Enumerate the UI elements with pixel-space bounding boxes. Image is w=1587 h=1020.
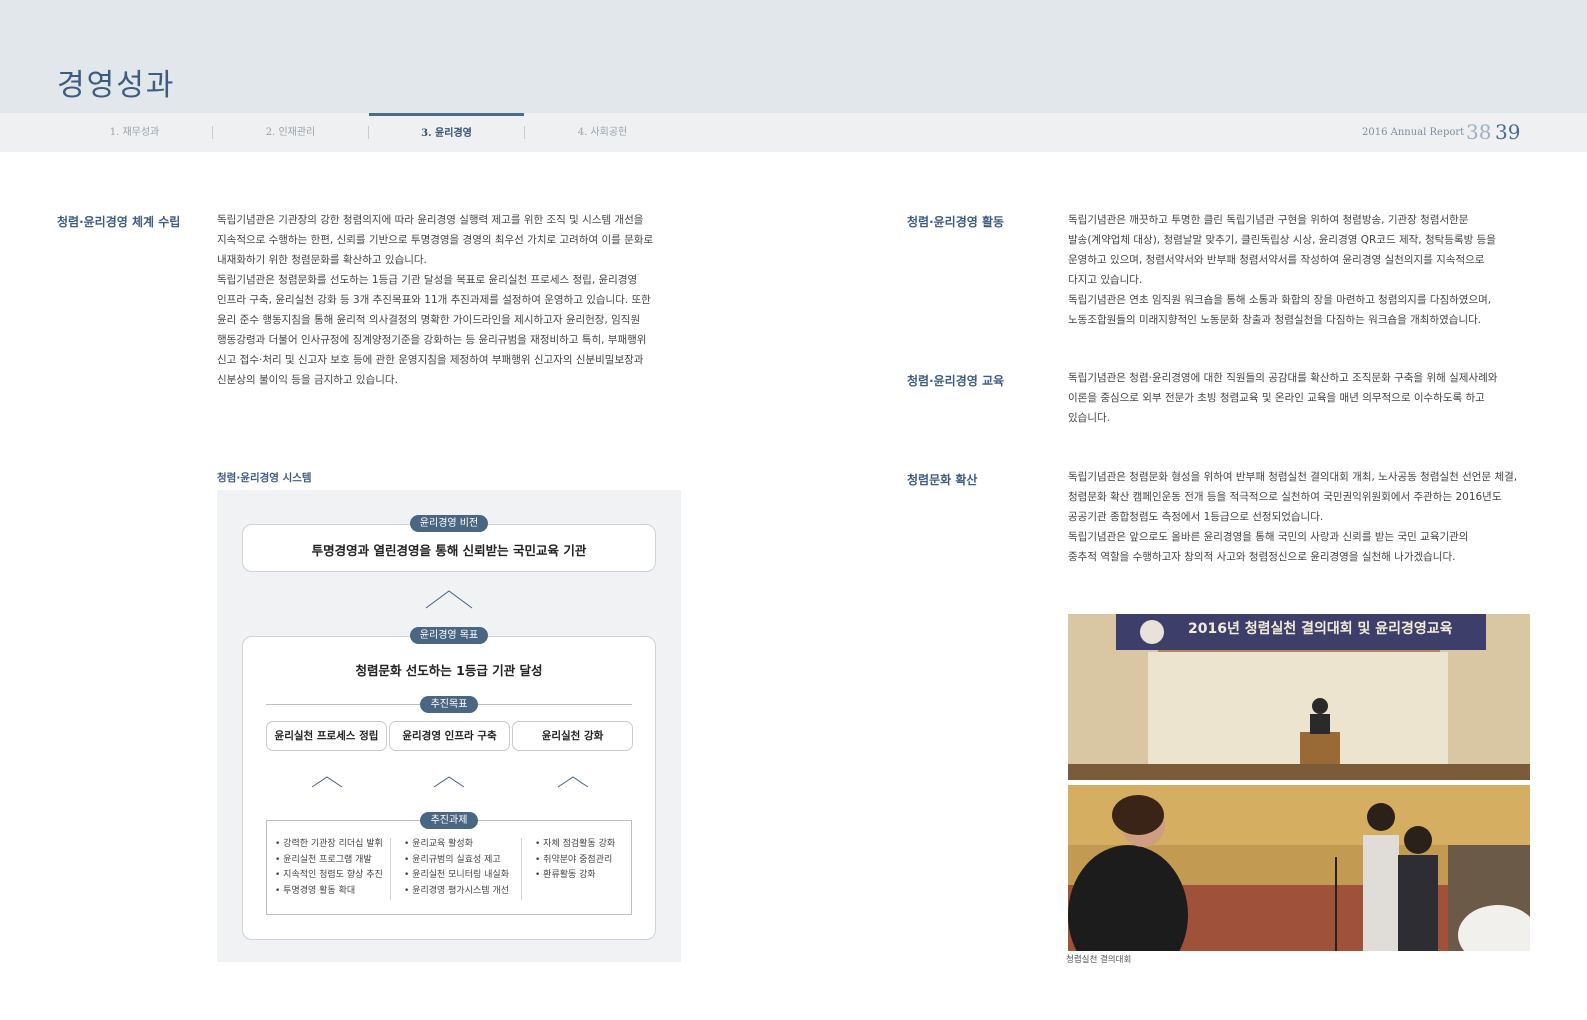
task-item: • 윤리교육 활성화 bbox=[404, 839, 473, 849]
section-heading-system: 청렴·윤리경영 체계 수립 bbox=[57, 215, 181, 229]
event-photo-oath bbox=[1068, 785, 1530, 951]
body-line: 신분상의 불이익 등을 금지하고 있습니다. bbox=[217, 374, 398, 386]
task-item: • 투명경영 활동 확대 bbox=[275, 885, 356, 896]
section-heading-culture: 청렴문화 확산 bbox=[907, 473, 978, 487]
body-line: 독립기념관은 깨끗하고 투명한 클린 독립기념관 구현을 위하여 청렴방송, 기… bbox=[1068, 214, 1469, 226]
body-line: 독립기념관은 앞으로도 올바른 윤리경영을 통해 국민의 사랑과 신뢰를 받는 … bbox=[1068, 531, 1469, 543]
tab-ethics[interactable]: 3. 윤리경영 bbox=[369, 113, 524, 152]
body-line: 발송(계약업체 대상), 청렴날말 맞추기, 클린독립상 시상, 윤리경영 QR… bbox=[1068, 234, 1496, 246]
page-title: 경영성과 bbox=[57, 68, 176, 103]
tab-social[interactable]: 4. 사회공헌 bbox=[525, 113, 680, 152]
tasks-column: • 윤리교육 활성화 • 윤리규범의 실효성 제고 • 윤리실천 모니터링 내실… bbox=[404, 837, 509, 899]
body-line: 독립기념관은 기관장의 강한 청렴의지에 따라 윤리경영 실행력 제고를 위한 … bbox=[217, 214, 644, 226]
targets-label: 추진목표 bbox=[420, 696, 478, 713]
body-line: 청렴문화 확산 캠페인운동 전개 등을 적극적으로 실천하여 국민권익위원회에서… bbox=[1068, 491, 1502, 503]
section-heading-education: 청렴·윤리경영 교육 bbox=[907, 374, 1005, 388]
section-heading-activities: 청렴·윤리경영 활동 bbox=[907, 215, 1005, 229]
body-line: 신고 접수·처리 및 신고자 보호 등에 관한 운영지침을 제정하여 부패행위 … bbox=[217, 354, 644, 366]
body-line: 독립기념관은 연초 임직원 워크숍을 통해 소통과 화합의 장을 마련하고 청렴… bbox=[1068, 294, 1492, 306]
event-photo-oath-image bbox=[1068, 785, 1530, 951]
body-line: 행동강령과 더불어 인사규정에 징계양정기준을 강화하는 등 윤리규범을 재정비… bbox=[217, 334, 647, 346]
chevron-up-icon bbox=[557, 776, 589, 788]
body-line: 있습니다. bbox=[1068, 412, 1110, 424]
section-body-education: 독립기념관은 청렴·윤리경영에 대한 직원들의 공감대를 확산하고 조직문화 구… bbox=[1068, 368, 1497, 428]
photo-caption: 청렴실천 결의대회 bbox=[1066, 955, 1132, 965]
task-item: • 윤리실천 모니터링 내실화 bbox=[404, 870, 509, 880]
task-item: • 윤리규범의 실효성 제고 bbox=[404, 854, 501, 865]
task-item: • 취약분야 중점관리 bbox=[535, 854, 613, 865]
tasks-divider bbox=[521, 838, 522, 900]
goal-text: 청렴문화 선도하는 1등급 기관 달성 bbox=[355, 663, 543, 678]
body-line: 노동조합원들의 미래지향적인 노동문화 창출과 청렴실천을 다짐하는 워크숍을 … bbox=[1068, 314, 1482, 326]
body-line: 중추적 역할을 수행하고자 창의적 사고와 청렴정신으로 윤리경영을 실천해 나… bbox=[1068, 551, 1456, 563]
diagram-title: 청렴·윤리경영 시스템 bbox=[217, 472, 312, 484]
tab-financial[interactable]: 1. 재무성과 bbox=[57, 113, 212, 152]
tasks-column: • 강력한 기관장 리더십 발휘 • 윤리실천 프로그램 개발 • 지속적인 청… bbox=[275, 837, 383, 899]
task-item: • 환류활동 강화 bbox=[535, 870, 596, 880]
body-line: 운영하고 있으며, 청렴서약서와 반부패 청렴서약서를 작성하여 윤리경영 실천… bbox=[1068, 254, 1485, 266]
tasks-column: • 자체 점검활동 강화 • 취약분야 중점관리 • 환류활동 강화 bbox=[535, 837, 615, 884]
target-infra: 윤리경영 인프라 구축 bbox=[389, 721, 510, 751]
tasks-divider bbox=[390, 838, 391, 900]
task-item: • 지속적인 청렴도 향상 추진 bbox=[275, 870, 383, 880]
page-number-right: 39 bbox=[1495, 120, 1521, 144]
vision-text: 투명경영과 열린경영을 통해 신뢰받는 국민교육 기관 bbox=[311, 543, 587, 558]
body-line: 독립기념관은 청렴문화를 선도하는 1등급 기관 달성을 목표로 윤리실천 프로… bbox=[217, 274, 638, 286]
body-line: 독립기념관은 청렴문화 형성을 위하여 반부패 청렴실천 결의대회 개최, 노사… bbox=[1068, 471, 1518, 483]
task-item: • 강력한 기관장 리더십 발휘 bbox=[275, 839, 383, 849]
event-photo-podium: 2016년 청렴실천 결의대회 및 윤리경영교육 bbox=[1068, 614, 1530, 780]
section-body-culture: 독립기념관은 청렴문화 형성을 위하여 반부패 청렴실천 결의대회 개최, 노사… bbox=[1068, 467, 1517, 567]
body-line: 윤리 준수 행동지침을 통해 윤리적 의사결정의 명확한 가이드라인을 제시하고… bbox=[217, 314, 641, 326]
page-number-left: 38 bbox=[1466, 120, 1492, 144]
tasks-label: 추진과제 bbox=[420, 812, 478, 829]
body-line: 공공기관 종합청렴도 측정에서 1등급으로 선정되었습니다. bbox=[1068, 511, 1324, 523]
target-practice: 윤리실천 강화 bbox=[512, 721, 633, 751]
chevron-up-icon bbox=[433, 776, 465, 788]
task-item: • 윤리실천 프로그램 개발 bbox=[275, 854, 372, 865]
body-line: 지속적으로 수행하는 한편, 신뢰를 기반으로 투명경영을 경영의 최우선 가치… bbox=[217, 234, 654, 246]
task-item: • 윤리경영 평가시스템 개선 bbox=[404, 885, 509, 896]
header-band bbox=[0, 0, 1587, 113]
tab-hr[interactable]: 2. 인재관리 bbox=[213, 113, 368, 152]
photo-banner-text: 2016년 청렴실천 결의대회 및 윤리경영교육 bbox=[1188, 621, 1453, 637]
annual-report-label: 2016 Annual Report bbox=[1362, 127, 1465, 138]
event-photo-podium-image bbox=[1068, 614, 1530, 780]
task-item: • 자체 점검활동 강화 bbox=[535, 839, 616, 849]
body-line: 독립기념관은 청렴·윤리경영에 대한 직원들의 공감대를 확산하고 조직문화 구… bbox=[1068, 372, 1498, 384]
body-line: 이론을 중심으로 외부 전문가 초빙 청렴교육 및 온라인 교육을 매년 의무적… bbox=[1068, 392, 1485, 404]
chevron-up-icon bbox=[425, 590, 473, 609]
body-line: 인프라 구축, 윤리실천 강화 등 3개 추진목표와 11개 추진과제를 설정하… bbox=[217, 294, 651, 306]
body-line: 내재화하기 위한 청렴문화를 확산하고 있습니다. bbox=[217, 254, 427, 266]
body-line: 다지고 있습니다. bbox=[1068, 274, 1143, 286]
target-process: 윤리실천 프로세스 정립 bbox=[266, 721, 387, 751]
chevron-up-icon bbox=[311, 776, 343, 788]
goal-label: 윤리경영 목표 bbox=[410, 627, 488, 644]
section-body-activities: 독립기념관은 깨끗하고 투명한 클린 독립기념관 구현을 위하여 청렴방송, 기… bbox=[1068, 210, 1496, 330]
section-body-system: 독립기념관은 기관장의 강한 청렴의지에 따라 윤리경영 실행력 제고를 위한 … bbox=[217, 210, 653, 390]
vision-label: 윤리경영 비전 bbox=[410, 515, 488, 532]
